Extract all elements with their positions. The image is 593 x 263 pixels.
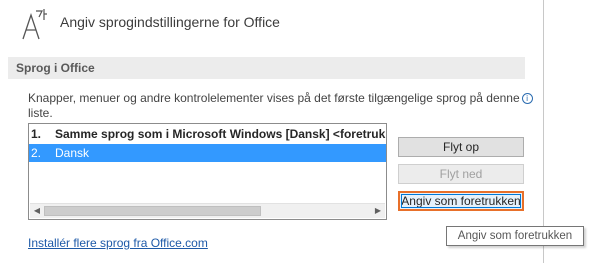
- scrollbar-thumb[interactable]: [44, 206, 261, 216]
- scroll-left-icon[interactable]: ◀: [31, 205, 43, 217]
- move-up-button[interactable]: Flyt op: [398, 137, 524, 157]
- tooltip: Angiv som foretrukken: [446, 226, 584, 246]
- section-header: Sprog i Office: [8, 57, 525, 79]
- list-item-number: 1.: [31, 127, 42, 141]
- move-down-button[interactable]: Flyt ned: [398, 164, 524, 184]
- list-item[interactable]: 1. Samme sprog som i Microsoft Windows [D…: [29, 125, 386, 143]
- horizontal-scrollbar[interactable]: ◀ ▶: [30, 203, 385, 218]
- focus-ring: [401, 194, 521, 208]
- list-item-number: 2.: [31, 146, 42, 160]
- install-languages-link[interactable]: Installér flere sprog fra Office.com: [28, 236, 208, 250]
- set-preferred-button[interactable]: Angiv som foretrukken: [398, 191, 524, 211]
- scroll-right-icon[interactable]: ▶: [372, 205, 384, 217]
- list-item-label: Samme sprog som i Microsoft Windows [Dan…: [55, 127, 386, 141]
- section-description: Knapper, menuer og andre kontrolelemente…: [28, 91, 533, 121]
- language-icon: [22, 9, 47, 40]
- section-title: Sprog i Office: [16, 61, 95, 75]
- dialog-title: Angiv sprogindstillingerne for Office: [60, 14, 280, 30]
- window-edge: [543, 0, 544, 263]
- info-icon[interactable]: i: [521, 93, 533, 104]
- language-list[interactable]: 1. Samme sprog som i Microsoft Windows [D…: [28, 123, 387, 220]
- list-item-selected[interactable]: 2. Dansk: [29, 144, 386, 162]
- description-line-1: Knapper, menuer og andre kontrolelemente…: [28, 91, 520, 105]
- description-line-2: liste.: [28, 106, 53, 120]
- list-item-label: Dansk: [55, 146, 90, 160]
